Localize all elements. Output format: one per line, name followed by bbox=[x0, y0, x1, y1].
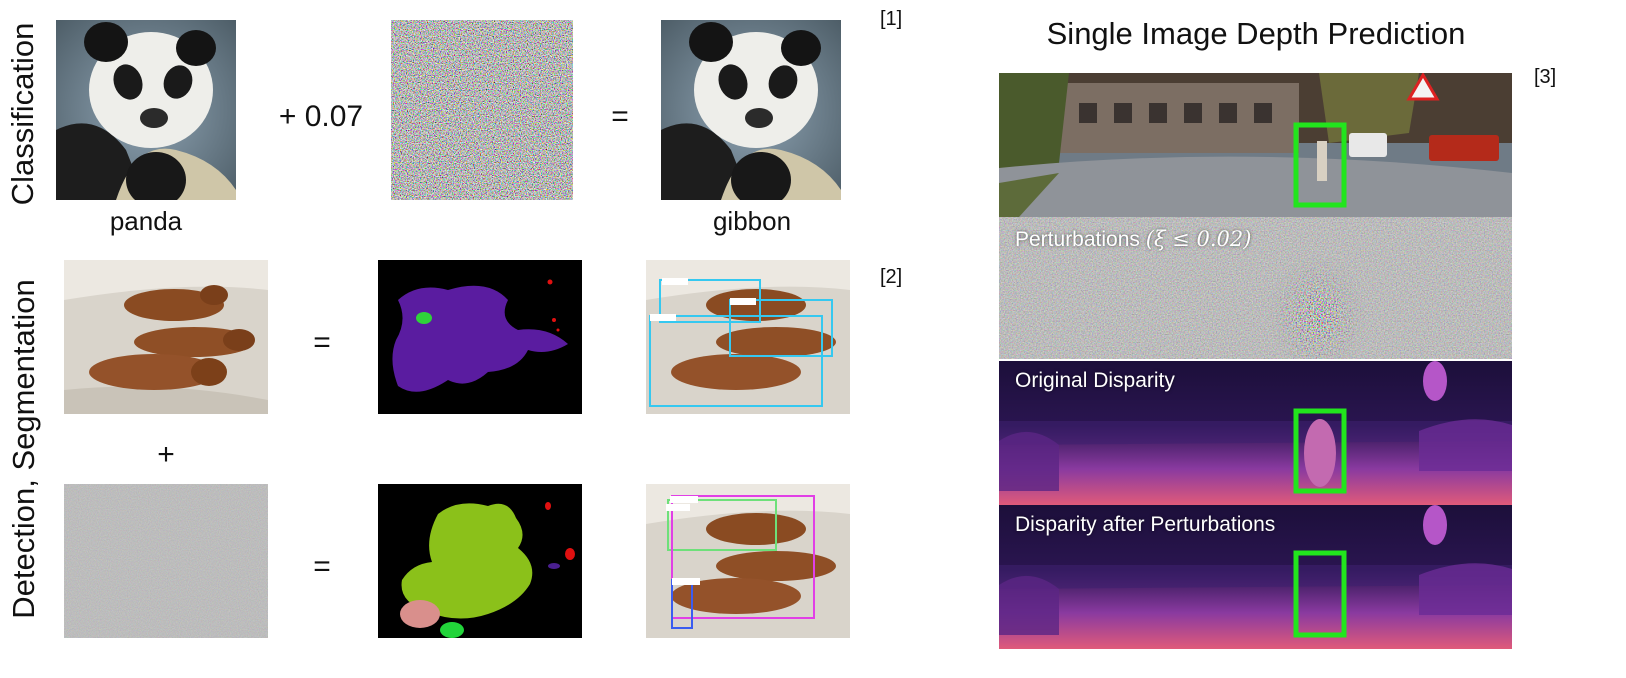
ref-2: [2] bbox=[880, 266, 903, 288]
panda-image bbox=[56, 20, 236, 200]
detection-boxes-bottom bbox=[646, 484, 850, 638]
segmentation-map-bottom bbox=[378, 484, 582, 638]
gibbon-caption: gibbon bbox=[712, 206, 792, 236]
equals-classification: = bbox=[611, 100, 629, 133]
noise-image bbox=[391, 20, 573, 200]
row-label-classification: Classification bbox=[5, 22, 40, 206]
ref-1: [1] bbox=[880, 8, 903, 30]
equals-det-bottom: = bbox=[313, 550, 331, 583]
depth-title: Single Image Depth Prediction bbox=[1046, 16, 1466, 51]
perturbation-noise-image bbox=[64, 484, 268, 638]
plus-det-middle: + bbox=[157, 438, 175, 471]
perturbations-label: Perturbations (ξ ≤ 0.02) bbox=[1015, 227, 1251, 252]
ref-3: [3] bbox=[1534, 66, 1557, 88]
original-disparity-label: Original Disparity bbox=[1015, 369, 1175, 392]
dogs-image bbox=[64, 260, 268, 414]
perturbed-disparity-label: Disparity after Perturbations bbox=[1015, 513, 1276, 536]
street-scene-image bbox=[999, 73, 1512, 217]
row-label-detection-segmentation: Detection, Segmentation bbox=[6, 279, 41, 619]
equals-det-top: = bbox=[313, 326, 331, 359]
plus-coefficient: + 0.07 bbox=[278, 100, 364, 133]
detection-boxes-top bbox=[646, 260, 850, 414]
perturbations-epsilon: (ξ ≤ 0.02) bbox=[1145, 227, 1252, 251]
segmentation-map-top bbox=[378, 260, 582, 414]
panda-caption: panda bbox=[109, 206, 183, 236]
gibbon-image bbox=[661, 20, 841, 200]
perturbations-text: Perturbations bbox=[1015, 228, 1140, 251]
